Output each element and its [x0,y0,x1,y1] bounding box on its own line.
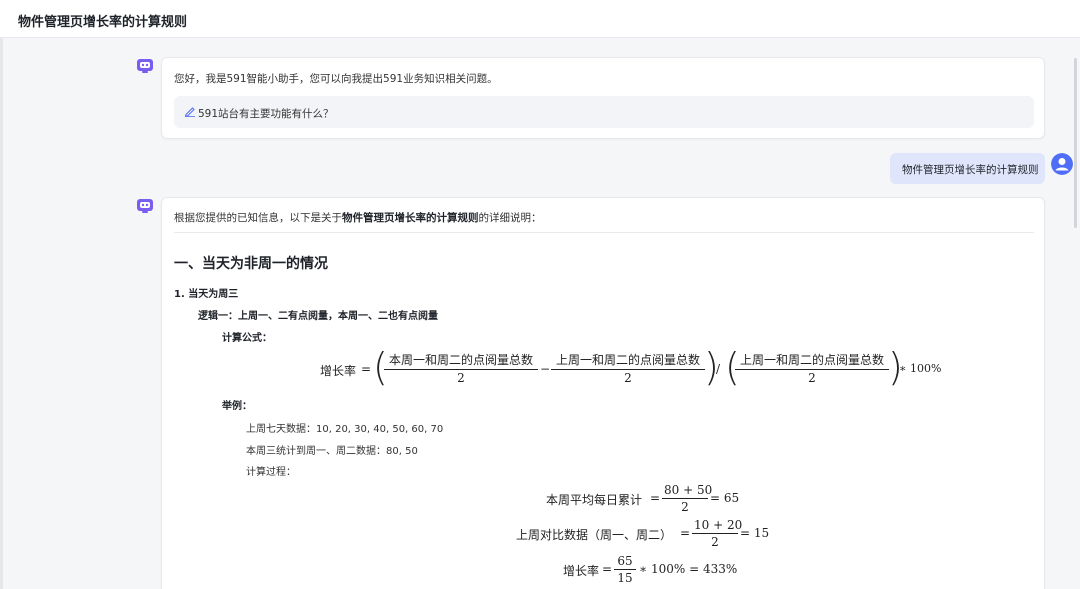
example-line: 计算过程： [246,467,296,478]
calc-2-eq: = [680,526,691,540]
calc-3-den: 15 [617,571,633,585]
fraction-1-den: 2 [457,371,465,385]
calc-2-fraction: 10 + 20 2 [692,518,743,549]
calc-2-den: 2 [711,535,719,549]
user-message-text: 物件管理页增长率的计算规则 [902,164,1039,176]
calc-1-fraction: 80 + 50 2 [662,483,713,514]
calc-2-lhs: 上周对比数据（周一、周二） [516,528,673,542]
user-avatar-icon [1051,153,1073,175]
logic-heading: 逻辑一：上周一、二有点阅量，本周一、二也有点阅量 [198,311,438,322]
fraction-3-num: 上周一和周二的点阅量总数 [739,353,884,367]
calc-1-num: 80 + 50 [664,483,713,497]
section-heading: 一、当天为非周一的情况 [174,256,328,272]
fraction-1-num: 本周一和周二的点阅量总数 [388,353,533,367]
calc-3-lhs: 增长率 [563,564,600,578]
bot-avatar-icon [137,199,153,213]
fraction-2: 上周一和周二的点阅量总数 2 [551,351,705,385]
pencil-icon [184,107,195,117]
greeting-text: 您好，我是591智能小助手，您可以向我提出591业务知识相关问题。 [174,73,498,85]
example-line: 本周三统计到周一、周二数据：80, 50 [246,446,418,457]
answer-intro: 根据您提供的已知信息，以下是关于物件管理页增长率的计算规则的详细说明： [174,210,542,225]
calc-2-result: = 15 [740,526,770,540]
bot-avatar-icon [137,59,153,73]
top-bar: 物件管理页增长率的计算规则 [0,0,1080,38]
left-edge-divider [0,38,3,589]
intro-bold: 物件管理页增长率的计算规则 [342,212,479,224]
fraction-3-den: 2 [808,371,816,385]
suggested-question-text: 591站台有主要功能有什么？ [198,108,334,120]
formula-tail: ∗ 100% [899,362,942,375]
calc-2-num: 10 + 20 [694,518,743,532]
intro-suffix: 的详细说明： [478,212,542,224]
user-message-bubble: 物件管理页增长率的计算规则 [890,153,1045,184]
calc-3-result: ∗ 100% = 433% [639,562,738,576]
page-title: 物件管理页增长率的计算规则 [18,15,188,30]
answer-card: 根据您提供的已知信息，以下是关于物件管理页增长率的计算规则的详细说明： 一、当天… [161,197,1045,589]
calc-3-num: 65 [617,554,633,568]
list-item-heading: 1. 当天为周三 [174,289,239,300]
formula-lhs: 增长率 [320,364,357,378]
scrollbar[interactable] [1074,58,1077,228]
fraction-2-num: 上周一和周二的点阅量总数 [555,353,700,367]
fraction-1: 本周一和周二的点阅量总数 2 [384,351,538,385]
fraction-3: 上周一和周二的点阅量总数 2 [735,351,889,385]
suggested-question[interactable]: 591站台有主要功能有什么？ [174,96,1034,128]
formula-eq: = [361,362,372,376]
calc-1-eq: = [650,491,661,505]
formula-minus: − [540,362,551,376]
divider [174,232,1034,233]
fraction-2-den: 2 [624,371,632,385]
formula-label: 计算公式： [222,333,272,344]
example-label: 举例： [222,401,252,412]
calc-1-den: 2 [681,500,689,514]
calc-3-fraction: 65 15 [614,554,636,585]
formula-slash: / [716,362,721,376]
example-line: 上周七天数据：10, 20, 30, 40, 50, 60, 70 [246,424,444,435]
calc-1-result: = 65 [710,491,740,505]
greeting-card: 您好，我是591智能小助手，您可以向我提出591业务知识相关问题。 591站台有… [161,57,1045,139]
intro-prefix: 根据您提供的已知信息，以下是关于 [174,212,342,224]
calc-1-lhs: 本周平均每日累计 [546,493,643,507]
calc-3-eq: = [602,562,613,576]
